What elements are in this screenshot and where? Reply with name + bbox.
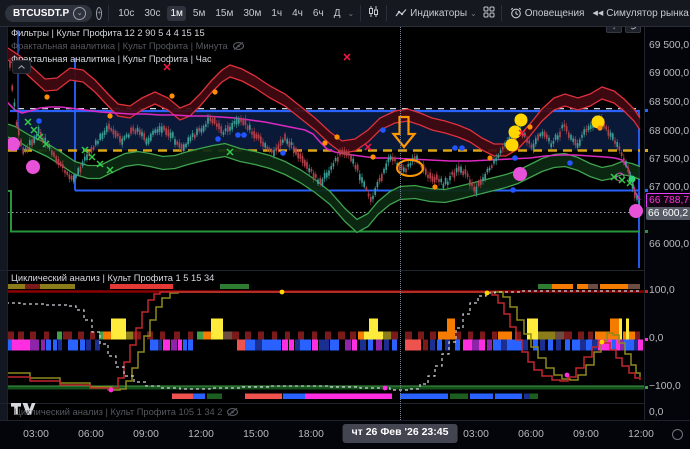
alert-clock-icon [510, 7, 522, 19]
toolbar-separator [386, 5, 387, 21]
crosshair-vertical-line [400, 26, 401, 420]
crosshair-date-tooltip: чт 26 Фев '26 23:45 [343, 424, 458, 443]
eye-hidden-icon[interactable] [226, 407, 239, 417]
price-axis[interactable]: 66 788,7 66 600,2 70 000,069 500,069 000… [645, 26, 690, 420]
toolbar-separator [360, 5, 361, 21]
time-tick: 06:00 [518, 429, 544, 440]
price-tick: 69 000,0 [649, 68, 689, 79]
top-toolbar: BTCUSDT.P ⌄ + 10с 30с 1м 5м 15м 30м 1ч 4… [0, 0, 690, 27]
tf-1d[interactable]: Д [331, 6, 344, 21]
candle-style-icon[interactable] [367, 5, 380, 21]
magenta-level-label: 66 788,7 [646, 193, 690, 208]
pane3-tick: 0,0 [649, 407, 663, 418]
legend-filters[interactable]: Фильтры | Культ Профита 12 2 90 5 4 4 15… [11, 28, 205, 38]
time-tick: 18:00 [298, 429, 324, 440]
indicators-caret[interactable]: ⌄ [470, 9, 477, 18]
time-tick: 03:00 [463, 429, 489, 440]
symbol-switch-icon[interactable]: ⌄ [73, 7, 86, 20]
price-tick: 68 000,0 [649, 126, 689, 137]
tf-1h[interactable]: 1ч [268, 6, 285, 21]
toolbar-separator [501, 5, 502, 21]
tf-30s[interactable]: 30с [141, 6, 163, 21]
alerts-label: Оповещения [525, 8, 585, 19]
time-tick: 09:00 [573, 429, 599, 440]
pane-divider[interactable] [0, 403, 690, 404]
legend-fractal-hour[interactable]: Фрактальная аналитика | Культ Профита | … [11, 54, 212, 64]
axis-level-mark [645, 189, 648, 192]
replay-icon: ◀◀ [592, 9, 603, 17]
legend-fractal-minute[interactable]: Фрактальная аналитика | Культ Профита | … [11, 41, 245, 51]
toolbar-separator [108, 5, 109, 21]
time-axis[interactable]: чт 26 Фев '26 23:45 03:00 06:00 09:00 12:00… [0, 420, 690, 449]
axis-level-mark [645, 338, 648, 341]
axis-level-mark [645, 149, 648, 152]
tf-1m[interactable]: 1м [167, 6, 185, 21]
time-tick: 09:00 [133, 429, 159, 440]
symbol-button[interactable]: BTCUSDT.P ⌄ [5, 5, 92, 22]
main-chart-canvas[interactable] [0, 26, 644, 420]
legend-cyclic-105-text: Циклический анализ | Культ Профита 105 1… [14, 407, 222, 417]
axis-level-mark [645, 290, 648, 293]
legend-filters-text: Фильтры | Культ Профита 12 2 90 5 4 4 15… [11, 28, 205, 38]
current-price-label: 66 600,2 [646, 207, 690, 220]
legend-cyclic-analysis[interactable]: Циклический анализ | Культ Профита 1 5 1… [11, 273, 214, 283]
cyclic-analysis-pane [0, 284, 644, 399]
price-tick: 68 500,0 [649, 97, 689, 108]
tf-4h[interactable]: 4ч [289, 6, 306, 21]
time-tick: 15:00 [243, 429, 269, 440]
timezone-toggle-icon[interactable] [672, 429, 683, 440]
eye-hidden-icon[interactable] [232, 41, 245, 51]
price-tick: 69 500,0 [649, 40, 689, 51]
tf-6h[interactable]: 6ч [310, 6, 327, 21]
legend-cyclic-text: Циклический анализ | Культ Профита 1 5 1… [11, 273, 214, 283]
legend-fractal-minute-text: Фрактальная аналитика | Культ Профита | … [11, 41, 228, 51]
layout-grid-icon[interactable] [483, 6, 495, 21]
legend-collapse-button[interactable] [12, 60, 31, 74]
oscillator-tick: 100,0 [649, 285, 675, 296]
price-tick: 66 000,0 [649, 239, 689, 250]
price-tick: 67 500,0 [649, 154, 689, 165]
axis-level-mark [645, 386, 648, 389]
tf-5m[interactable]: 5м [190, 6, 208, 21]
axis-level-mark [645, 109, 648, 112]
time-tick: 06:00 [78, 429, 104, 440]
axis-level-mark [645, 230, 648, 233]
time-tick: 03:00 [23, 429, 49, 440]
drawing-toolbar-strip[interactable] [0, 26, 8, 448]
indicators-button[interactable]: Индикаторы ⌄ [393, 7, 479, 20]
legend-fractal-hour-text: Фрактальная аналитика | Культ Профита | … [11, 54, 212, 64]
tf-10s[interactable]: 10с [115, 6, 137, 21]
pane-divider[interactable] [0, 270, 690, 271]
replay-button[interactable]: ◀◀ Симулятор рынка [590, 7, 690, 20]
alerts-button[interactable]: Оповещения [508, 6, 587, 20]
time-tick: 12:00 [188, 429, 214, 440]
legend-cyclic-105[interactable]: Циклический анализ | Культ Профита 105 1… [14, 407, 239, 417]
oscillator-tick: 0,0 [649, 333, 663, 344]
time-tick: 12:00 [628, 429, 654, 440]
replay-label: Симулятор рынка [606, 8, 689, 19]
tradingview-app: { "toolbar":{ "symbol":"BTCUSDT.P", "tim… [0, 0, 690, 448]
indicators-icon [395, 8, 407, 19]
tf-15m[interactable]: 15м [212, 6, 236, 21]
oscillator-tick: −100,0 [649, 381, 681, 392]
price-tick: 67 000,0 [649, 182, 689, 193]
timeframe-menu-caret[interactable]: ⌄ [347, 9, 354, 18]
symbol-label: BTCUSDT.P [13, 8, 69, 19]
tf-30m[interactable]: 30м [240, 6, 264, 21]
indicators-label: Индикаторы [410, 8, 467, 19]
compare-add-icon[interactable]: + [96, 7, 102, 20]
